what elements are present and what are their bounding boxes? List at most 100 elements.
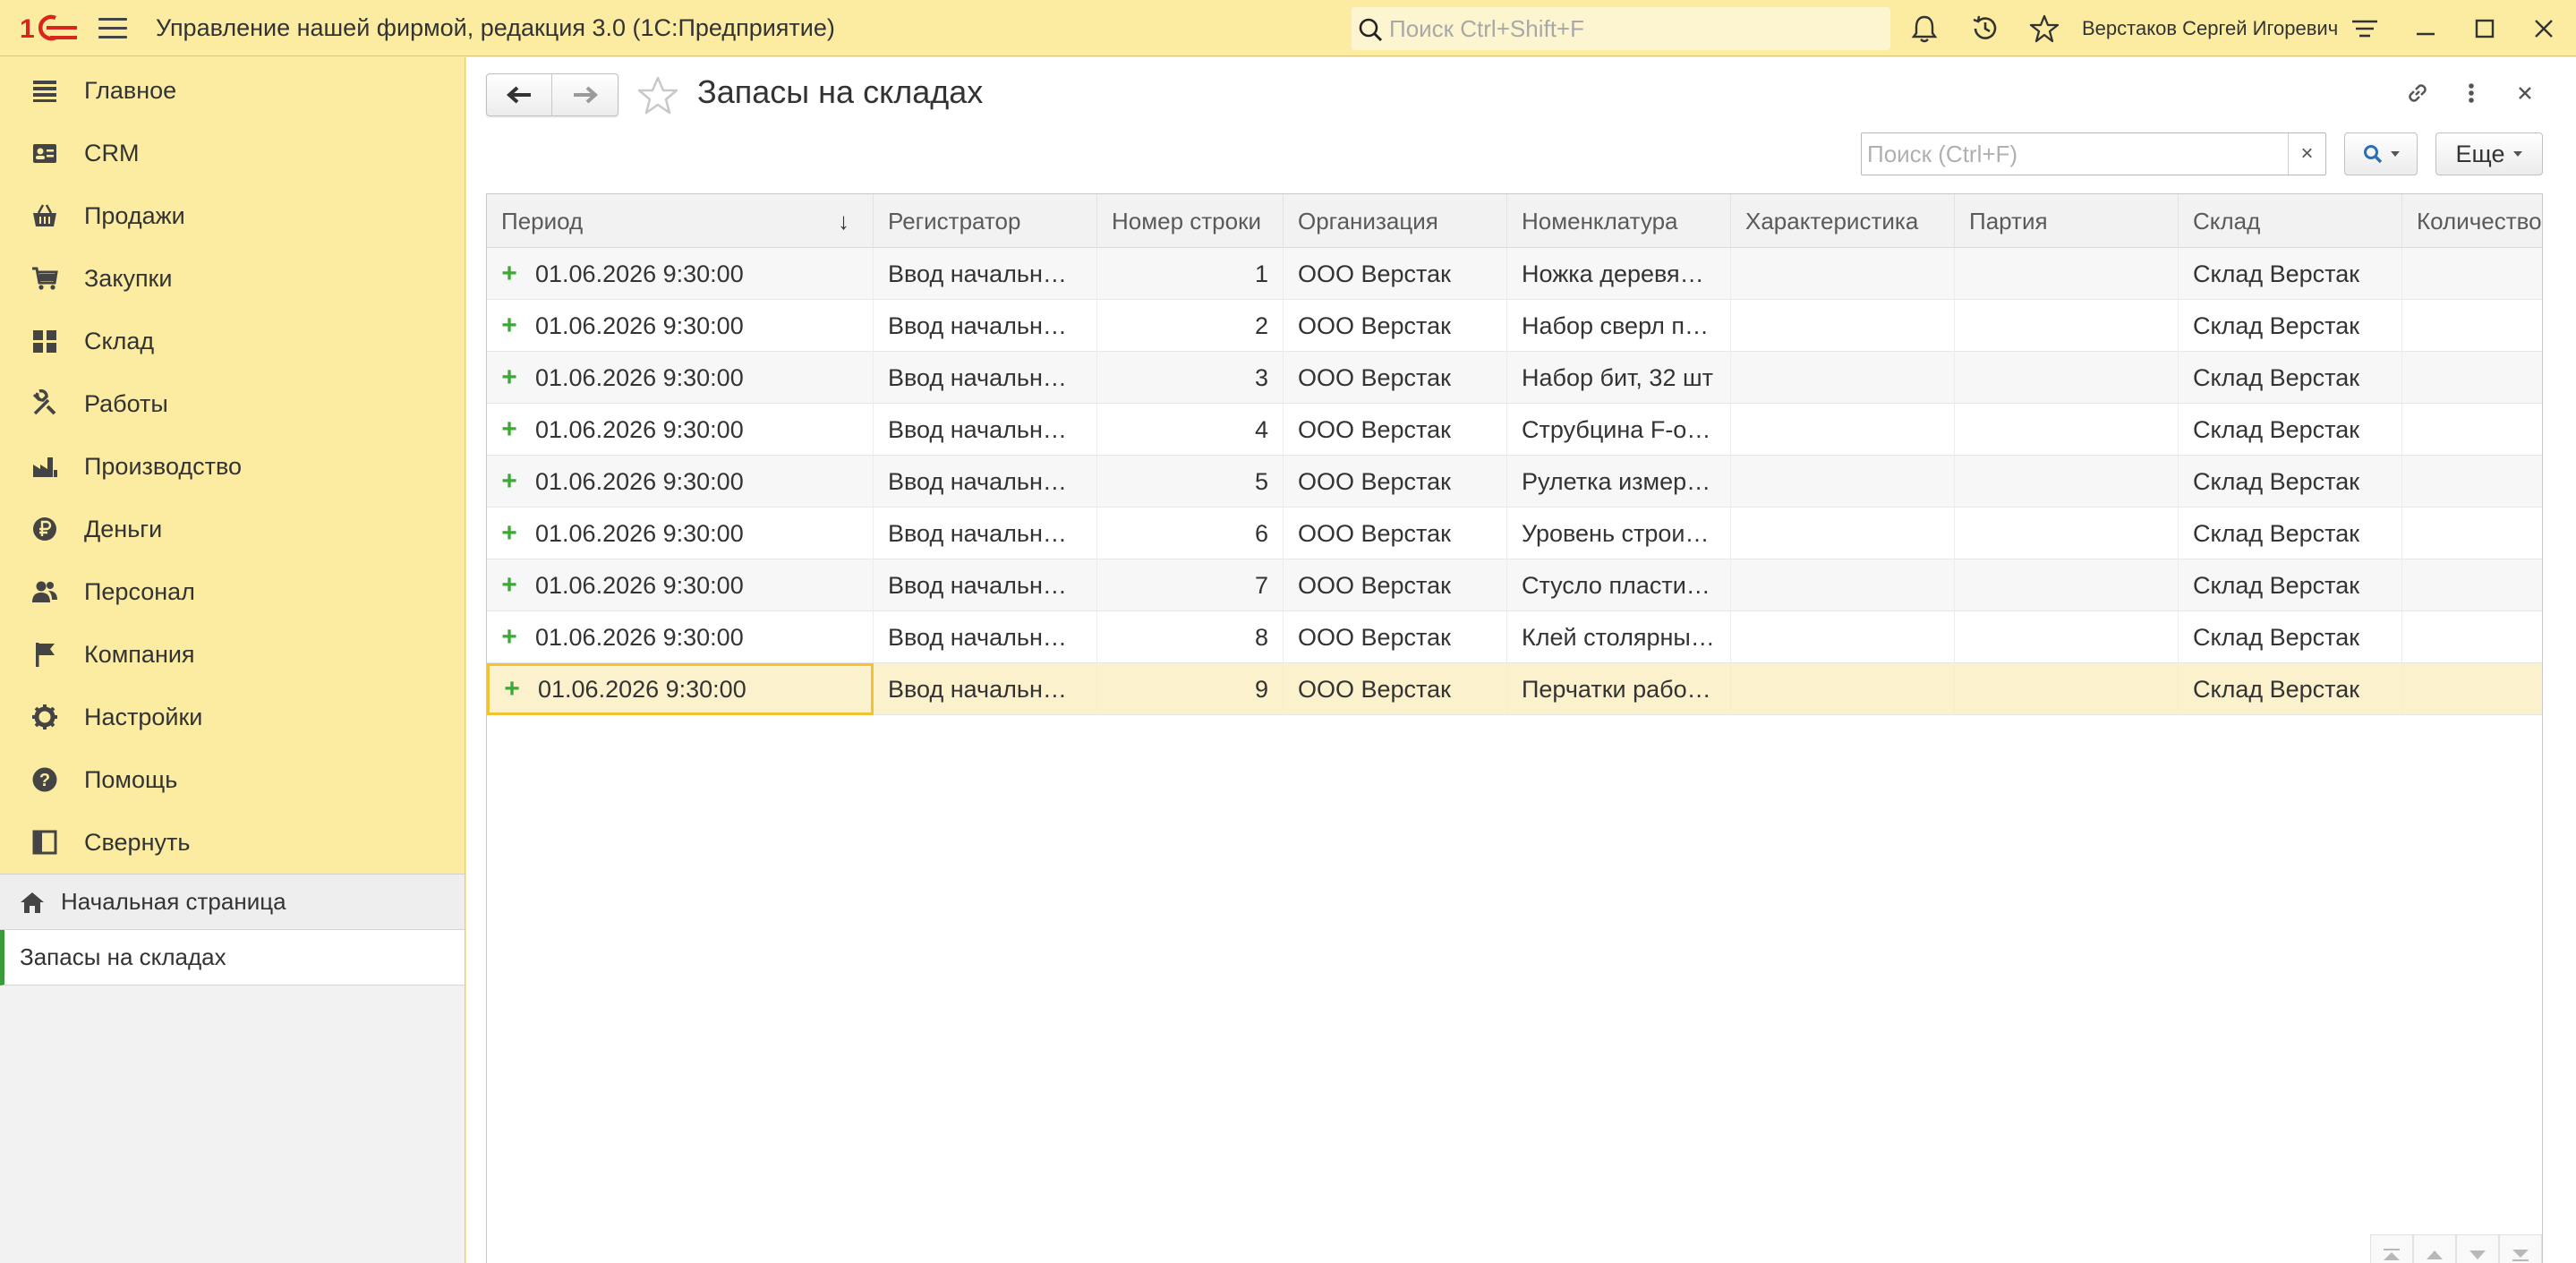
cell-batch[interactable]: [1955, 508, 2179, 559]
cell-nomenclature[interactable]: Уровень строи…: [1507, 508, 1731, 559]
cell-period[interactable]: +01.06.2026 9:30:00: [487, 300, 874, 352]
cell-organization[interactable]: ООО Верстак: [1284, 456, 1507, 508]
column-header-organization[interactable]: Организация: [1284, 194, 1507, 248]
cell-batch[interactable]: [1955, 663, 2179, 715]
sidebar-item-staff[interactable]: Персонал: [0, 560, 464, 623]
more-button[interactable]: Еще: [2435, 132, 2543, 175]
cell-line-number[interactable]: 4: [1097, 404, 1284, 456]
cell-batch[interactable]: [1955, 352, 2179, 404]
cell-nomenclature[interactable]: Клей столярны…: [1507, 611, 1731, 663]
list-search-input[interactable]: [1867, 139, 2270, 169]
cell-quantity[interactable]: [2402, 248, 2542, 300]
cell-nomenclature[interactable]: Ножка деревя…: [1507, 248, 1731, 300]
global-search-field[interactable]: [1352, 7, 1890, 50]
global-search-input[interactable]: [1389, 13, 1872, 45]
cell-registrar[interactable]: Ввод начальн…: [874, 248, 1097, 300]
cell-characteristic[interactable]: [1731, 352, 1955, 404]
sidebar-item-purchases[interactable]: Закупки: [0, 247, 464, 310]
cell-warehouse[interactable]: Склад Верстак: [2179, 300, 2402, 352]
cell-warehouse[interactable]: Склад Верстак: [2179, 352, 2402, 404]
cell-organization[interactable]: ООО Верстак: [1284, 248, 1507, 300]
cell-organization[interactable]: ООО Верстак: [1284, 611, 1507, 663]
cell-period[interactable]: +01.06.2026 9:30:00: [487, 248, 874, 300]
column-header-nomenclature[interactable]: Номенклатура: [1507, 194, 1731, 248]
cell-period[interactable]: +01.06.2026 9:30:00: [487, 663, 874, 715]
cell-nomenclature[interactable]: Струбцина F-о…: [1507, 404, 1731, 456]
cell-nomenclature[interactable]: Стусло пласти…: [1507, 559, 1731, 611]
cell-characteristic[interactable]: [1731, 559, 1955, 611]
cell-characteristic[interactable]: [1731, 456, 1955, 508]
cell-quantity[interactable]: [2402, 300, 2542, 352]
settings-lines-icon[interactable]: [2349, 13, 2381, 45]
cell-batch[interactable]: [1955, 611, 2179, 663]
search-options-button[interactable]: [2344, 132, 2418, 175]
cell-registrar[interactable]: Ввод начальн…: [874, 404, 1097, 456]
column-header-period[interactable]: Период ↓: [487, 194, 874, 248]
cell-period[interactable]: +01.06.2026 9:30:00: [487, 456, 874, 508]
page-up-button[interactable]: [2413, 1234, 2456, 1263]
main-menu-icon[interactable]: [98, 18, 127, 39]
cell-warehouse[interactable]: Склад Верстак: [2179, 611, 2402, 663]
cell-organization[interactable]: ООО Верстак: [1284, 404, 1507, 456]
cell-characteristic[interactable]: [1731, 508, 1955, 559]
favorites-star-icon[interactable]: [2028, 13, 2060, 45]
cell-warehouse[interactable]: Склад Верстак: [2179, 508, 2402, 559]
cell-quantity[interactable]: [2402, 404, 2542, 456]
open-window-stock[interactable]: Запасы на складах: [0, 930, 465, 986]
sidebar-item-works[interactable]: Работы: [0, 372, 464, 435]
cell-batch[interactable]: [1955, 456, 2179, 508]
favorite-star-icon[interactable]: [636, 75, 679, 116]
cell-line-number[interactable]: 8: [1097, 611, 1284, 663]
sidebar-item-production[interactable]: Производство: [0, 435, 464, 498]
cell-line-number[interactable]: 1: [1097, 248, 1284, 300]
column-header-quantity[interactable]: Количество: [2402, 194, 2542, 248]
cell-warehouse[interactable]: Склад Верстак: [2179, 663, 2402, 715]
cell-line-number[interactable]: 3: [1097, 352, 1284, 404]
cell-line-number[interactable]: 9: [1097, 663, 1284, 715]
sidebar-item-company[interactable]: Компания: [0, 623, 464, 686]
sidebar-item-warehouse[interactable]: Склад: [0, 310, 464, 372]
page-down-button[interactable]: [2456, 1234, 2499, 1263]
cell-characteristic[interactable]: [1731, 404, 1955, 456]
cell-batch[interactable]: [1955, 248, 2179, 300]
cell-warehouse[interactable]: Склад Верстак: [2179, 559, 2402, 611]
go-last-button[interactable]: [2499, 1234, 2542, 1263]
column-header-batch[interactable]: Партия: [1955, 194, 2179, 248]
sidebar-item-crm[interactable]: CRM: [0, 122, 464, 184]
table-row[interactable]: +01.06.2026 9:30:00 Ввод начальн… 3 ООО Вер…: [487, 352, 2542, 404]
maximize-icon[interactable]: [2469, 13, 2501, 45]
sidebar-item-help[interactable]: ? Помощь: [0, 748, 464, 811]
table-row[interactable]: +01.06.2026 9:30:00 Ввод начальн… 5 ООО Вер…: [487, 456, 2542, 508]
sidebar-item-collapse[interactable]: Свернуть: [0, 811, 464, 874]
cell-nomenclature[interactable]: Рулетка измер…: [1507, 456, 1731, 508]
close-window-icon[interactable]: [2528, 13, 2560, 45]
close-form-icon[interactable]: [2509, 77, 2541, 109]
minimize-icon[interactable]: [2410, 13, 2442, 45]
clear-search-button[interactable]: ×: [2288, 133, 2325, 175]
sidebar-item-sales[interactable]: Продажи: [0, 184, 464, 247]
cell-organization[interactable]: ООО Верстак: [1284, 352, 1507, 404]
cell-period[interactable]: +01.06.2026 9:30:00: [487, 404, 874, 456]
cell-warehouse[interactable]: Склад Верстак: [2179, 404, 2402, 456]
cell-line-number[interactable]: 6: [1097, 508, 1284, 559]
more-actions-icon[interactable]: [2455, 77, 2487, 109]
cell-characteristic[interactable]: [1731, 300, 1955, 352]
history-icon[interactable]: [1969, 13, 2001, 45]
table-row[interactable]: +01.06.2026 9:30:00 Ввод начальн… 1 ООО Вер…: [487, 248, 2542, 300]
cell-characteristic[interactable]: [1731, 663, 1955, 715]
cell-registrar[interactable]: Ввод начальн…: [874, 352, 1097, 404]
cell-warehouse[interactable]: Склад Верстак: [2179, 248, 2402, 300]
table-row[interactable]: +01.06.2026 9:30:00 Ввод начальн… 7 ООО Вер…: [487, 559, 2542, 611]
cell-registrar[interactable]: Ввод начальн…: [874, 508, 1097, 559]
stock-table[interactable]: Период ↓ Регистратор Номер строки Органи…: [486, 193, 2543, 1263]
cell-registrar[interactable]: Ввод начальн…: [874, 559, 1097, 611]
column-header-line-number[interactable]: Номер строки: [1097, 194, 1284, 248]
cell-nomenclature[interactable]: Набор бит, 32 шт: [1507, 352, 1731, 404]
open-window-home[interactable]: Начальная страница: [0, 875, 465, 930]
cell-line-number[interactable]: 5: [1097, 456, 1284, 508]
forward-button[interactable]: [552, 74, 618, 115]
back-button[interactable]: [487, 74, 552, 115]
cell-quantity[interactable]: [2402, 456, 2542, 508]
cell-registrar[interactable]: Ввод начальн…: [874, 663, 1097, 715]
column-header-registrar[interactable]: Регистратор: [874, 194, 1097, 248]
